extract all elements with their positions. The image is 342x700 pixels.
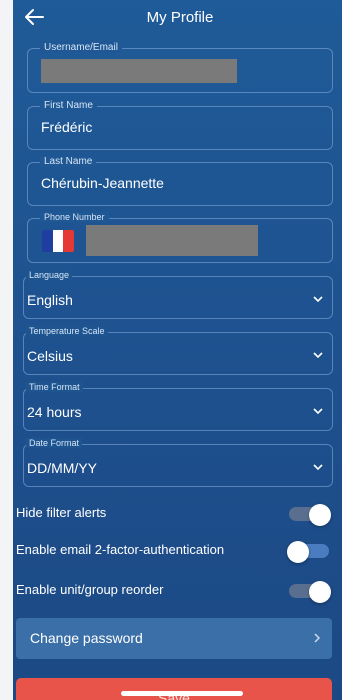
email-2fa-row: Enable email 2-factor-authentication — [13, 537, 333, 565]
save-button[interactable]: Save — [16, 678, 332, 700]
unit-reorder-row: Enable unit/group reorder — [13, 577, 333, 605]
chevron-down-icon — [313, 464, 323, 471]
chevron-down-icon — [313, 352, 323, 359]
chevron-down-icon — [313, 296, 323, 303]
last-name-label: Last Name — [40, 156, 97, 167]
redacted-value — [41, 59, 237, 83]
last-name-field[interactable]: Last Name Chérubin-Jeannette — [27, 156, 333, 206]
france-flag-icon[interactable] — [42, 230, 74, 252]
toggle-knob — [309, 504, 331, 526]
time-format-value: 24 hours — [27, 404, 82, 420]
unit-reorder-toggle[interactable] — [289, 581, 331, 603]
last-name-value: Chérubin-Jeannette — [41, 175, 164, 191]
username-label: Username/Email — [40, 42, 122, 53]
hide-filter-alerts-label: Hide filter alerts — [16, 505, 107, 520]
hide-filter-alerts-row: Hide filter alerts — [13, 500, 333, 528]
redacted-value — [86, 225, 258, 256]
email-2fa-toggle[interactable] — [287, 541, 329, 563]
chevron-right-icon — [314, 633, 321, 643]
toggle-knob — [287, 541, 309, 563]
back-arrow-icon[interactable] — [23, 6, 45, 28]
username-field[interactable]: Username/Email — [27, 42, 333, 93]
language-value: English — [27, 292, 73, 308]
chevron-down-icon — [313, 408, 323, 415]
time-format-dropdown[interactable]: Time Format 24 hours — [23, 382, 333, 431]
phone-number-field[interactable]: Phone Number — [27, 212, 333, 263]
first-name-value: Frédéric — [41, 119, 93, 135]
temperature-scale-value: Celsius — [27, 348, 73, 364]
first-name-field[interactable]: First Name Frédéric — [27, 100, 333, 150]
hide-filter-alerts-toggle[interactable] — [289, 504, 331, 526]
email-2fa-label: Enable email 2-factor-authentication — [16, 542, 225, 557]
header: My Profile — [13, 0, 342, 40]
change-password-button[interactable]: Change password — [16, 618, 332, 659]
unit-reorder-label: Enable unit/group reorder — [16, 582, 164, 597]
change-password-label: Change password — [30, 630, 143, 646]
language-label: Language — [26, 270, 73, 280]
date-format-dropdown[interactable]: Date Format DD/MM/YY — [23, 438, 333, 487]
date-format-value: DD/MM/YY — [27, 460, 97, 476]
time-format-label: Time Format — [26, 382, 83, 392]
first-name-label: First Name — [40, 100, 97, 111]
temperature-scale-label: Temperature Scale — [26, 326, 108, 336]
language-dropdown[interactable]: Language English — [23, 270, 333, 319]
toggle-knob — [309, 581, 331, 603]
temperature-scale-dropdown[interactable]: Temperature Scale Celsius — [23, 326, 333, 375]
page-title: My Profile — [146, 9, 214, 26]
profile-screen: My Profile Username/Email First Name Fré… — [0, 0, 342, 700]
date-format-label: Date Format — [26, 438, 83, 448]
home-indicator — [121, 691, 243, 696]
phone-number-label: Phone Number — [40, 212, 109, 222]
